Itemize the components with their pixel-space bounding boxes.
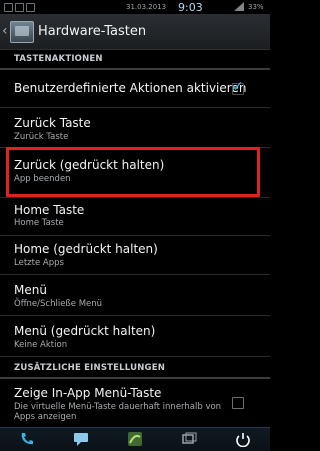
list-item-show-inapp-menu[interactable]: Zeige In-App Menü-Taste Die virtuelle Me… <box>0 379 270 426</box>
item-title: Menü (gedrückt halten) <box>14 324 156 338</box>
list-item-home-longpress[interactable]: Home (gedrückt halten) Letzte Apps <box>0 236 270 275</box>
chat-icon[interactable] <box>72 431 90 447</box>
checkmark-icon: ✓ <box>232 79 244 95</box>
item-subtitle: Home Taste <box>14 218 64 228</box>
item-subtitle: Öffne/Schließe Menü <box>14 299 103 309</box>
notification-icon <box>15 3 24 12</box>
item-subtitle: Keine Aktion <box>14 340 68 350</box>
list-item-menu-key[interactable]: Menü Öffne/Schließe Menü <box>0 275 270 316</box>
item-title: Menü <box>14 283 47 297</box>
recent-apps-icon[interactable] <box>180 431 198 447</box>
item-subtitle: Letzte Apps <box>14 258 64 268</box>
chevron-left-icon[interactable]: ‹ <box>2 22 10 40</box>
item-title: Home (gedrückt halten) <box>14 242 158 256</box>
page-title: Hardware-Tasten <box>38 24 147 39</box>
list-item-menu-longpress[interactable]: Menü (gedrückt halten) Keine Aktion <box>0 316 270 357</box>
signal-icon <box>234 2 244 11</box>
notification-icon <box>4 3 13 12</box>
action-bar: ‹ Hardware-Tasten <box>0 14 270 50</box>
highlight-box <box>6 147 260 197</box>
item-title: Benutzerdefinierte Aktionen aktivieren <box>14 81 247 95</box>
hardware-keys-app-icon[interactable] <box>10 21 34 43</box>
list-item-back-key[interactable]: Zurück Taste Zurück Taste <box>0 108 270 148</box>
section-header-zusaetzliche: ZUSÄTZLICHE EINSTELLUNGEN <box>0 359 270 379</box>
item-title: Zurück Taste <box>14 116 91 130</box>
item-title: Zeige In-App Menü-Taste <box>14 386 162 400</box>
battery-text: 33% <box>248 3 264 11</box>
list-item-custom-actions[interactable]: Benutzerdefinierte Aktionen aktivieren ✓ <box>0 70 270 108</box>
item-subtitle: Zurück Taste <box>14 132 69 142</box>
list-item-home-key[interactable]: Home Taste Home Taste <box>0 198 270 236</box>
custom-actions-checkbox[interactable]: ✓ <box>232 79 244 95</box>
section-header-tastenaktionen: TASTENAKTIONEN <box>0 50 270 70</box>
section-header-label: ZUSÄTZLICHE EINSTELLUNGEN <box>14 363 166 373</box>
power-icon[interactable] <box>234 431 252 448</box>
status-time: 9:03 <box>178 1 203 14</box>
status-bar: 31.03.2013 9:03 33% <box>0 0 270 14</box>
bottom-nav-bar <box>0 427 270 451</box>
item-subtitle-line2: Apps anzeigen <box>14 412 77 422</box>
status-date: 31.03.2013 <box>126 3 167 11</box>
section-header-label: TASTENAKTIONEN <box>14 54 103 64</box>
app-icon[interactable] <box>126 431 144 447</box>
item-title: Home Taste <box>14 203 85 217</box>
phone-icon[interactable] <box>18 431 36 447</box>
item-subtitle-line1: Die virtuelle Menü-Taste dauerhaft inner… <box>14 402 222 412</box>
notification-icon <box>26 3 35 12</box>
show-inapp-menu-checkbox[interactable] <box>232 397 244 409</box>
